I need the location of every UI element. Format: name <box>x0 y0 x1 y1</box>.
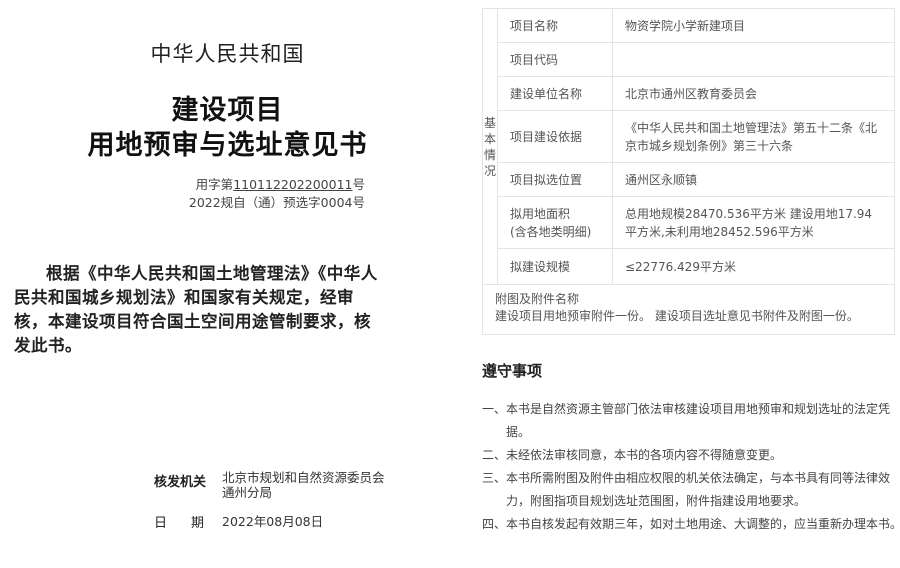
notice-text: 本书是自然资源主管部门依法审核建设项目用地预审和规划选址的法定凭据。 <box>506 402 891 439</box>
doc-no-number: 110112202200011 <box>233 177 353 192</box>
row-key: 项目建设依据 <box>497 110 613 163</box>
country-name: 中华人民共和国 <box>150 42 305 66</box>
table-row: 基本情况 项目名称 物资学院小学新建项目 <box>482 8 895 285</box>
row-value: 《中华人民共和国土地管理法》第五十二条《北京市城乡规划条例》第三十六条 <box>612 110 895 163</box>
table-row: 建设单位名称 北京市通州区教育委员会 <box>483 76 895 111</box>
issuer-value-line1: 北京市规划和自然资源委员会 <box>222 470 385 485</box>
table-row: 项目拟选位置 通州区永顺镇 <box>483 162 895 197</box>
date-label-char2: 期 <box>191 516 205 531</box>
table-row: 项目建设依据 《中华人民共和国土地管理法》第五十二条《北京市城乡规划条例》第三十… <box>483 110 895 163</box>
row-key: 项目名称 <box>497 8 613 43</box>
notice-number: 一、 <box>482 402 507 416</box>
doc-no-prefix: 用字第 <box>195 177 234 192</box>
row-key: 拟用地面积 (含各地类明细) <box>497 196 613 249</box>
notice-text: 未经依法审核同意，本书的各项内容不得随意变更。 <box>506 448 783 462</box>
document-number-2: 2022规自（通）预选字0004号 <box>188 195 365 210</box>
table-row: 拟用地面积 (含各地类明细) 总用地规模28470.536平方米 建设用地17.… <box>483 196 895 249</box>
row-key: 项目代码 <box>497 42 613 77</box>
cert-title-line1: 建设项目 <box>171 95 284 126</box>
notice-number: 二、 <box>482 448 507 462</box>
attachments-box: 附图及附件名称 建设项目用地预审附件一份。 建设项目选址意见书附件及附图一份。 <box>482 285 895 335</box>
row-value <box>612 42 895 77</box>
notices-title: 遵守事项 <box>482 362 543 380</box>
certificate-detail-panel: 基本情况 项目名称 物资学院小学新建项目 项目代码 建设单位名称 北京市通州区教… <box>455 0 900 568</box>
notice-number: 四、 <box>482 517 507 531</box>
issuer-value-line2: 通州分局 <box>222 485 273 500</box>
date-value: 2022年08月08日 <box>222 514 324 529</box>
doc-no-suffix: 号 <box>352 177 365 192</box>
notice-number: 三、 <box>482 471 507 485</box>
cert-title-line2: 用地预审与选址意见书 <box>87 130 368 161</box>
issuer-value: 北京市规划和自然资源委员会 通州分局 <box>222 470 402 500</box>
row-key: 拟建设规模 <box>497 248 613 285</box>
basic-info-table: 基本情况 项目名称 物资学院小学新建项目 项目代码 建设单位名称 北京市通州区教… <box>482 8 895 285</box>
row-value: ≤22776.429平方米 <box>612 248 895 285</box>
row-value: 通州区永顺镇 <box>612 162 895 197</box>
document-number: 用字第110112202200011号 <box>196 174 365 193</box>
row-key: 建设单位名称 <box>497 76 613 111</box>
section-label: 基本情况 <box>482 8 498 285</box>
attachments-value: 建设项目用地预审附件一份。 建设项目选址意见书附件及附图一份。 <box>495 309 859 323</box>
notice-text: 本书自核发起有效期三年，如对土地用途、大调整的，应当重新办理本书。 <box>506 517 900 531</box>
row-value: 物资学院小学新建项目 <box>612 8 895 43</box>
issuer-label: 核发机关 <box>154 475 207 490</box>
list-item: 一、 本书是自然资源主管部门依法审核建设项目用地预审和规划选址的法定凭据。 <box>482 398 900 444</box>
date-label: 日期 <box>154 512 204 531</box>
table-row: 拟建设规模 ≤22776.429平方米 <box>483 248 895 285</box>
certificate-body-text: 根据《中华人民共和国土地管理法》《中华人民共和国城乡规划法》和国家有关规定，经审… <box>14 264 378 355</box>
date-label-char1: 日 <box>154 516 168 531</box>
row-key: 项目拟选位置 <box>497 162 613 197</box>
list-item: 四、 本书自核发起有效期三年，如对土地用途、大调整的，应当重新办理本书。 <box>482 513 900 536</box>
attachments-label: 附图及附件名称 <box>495 292 580 306</box>
table-row: 项目代码 <box>483 42 895 77</box>
notice-text: 本书所需附图及附件由相应权限的机关依法确定，与本书具有同等法律效力，附图指项目规… <box>506 471 891 508</box>
list-item: 三、 本书所需附图及附件由相应权限的机关依法确定，与本书具有同等法律效力，附图指… <box>482 467 900 513</box>
certificate-cover-panel: 中华人民共和国 建设项目 用地预审与选址意见书 用字第1101122022000… <box>0 0 455 568</box>
row-value: 北京市通州区教育委员会 <box>612 76 895 111</box>
list-item: 二、 未经依法审核同意，本书的各项内容不得随意变更。 <box>482 444 900 467</box>
notices-list: 一、 本书是自然资源主管部门依法审核建设项目用地预审和规划选址的法定凭据。 二、… <box>482 398 900 536</box>
row-value: 总用地规模28470.536平方米 建设用地17.94平方米,未利用地28452… <box>612 196 895 249</box>
